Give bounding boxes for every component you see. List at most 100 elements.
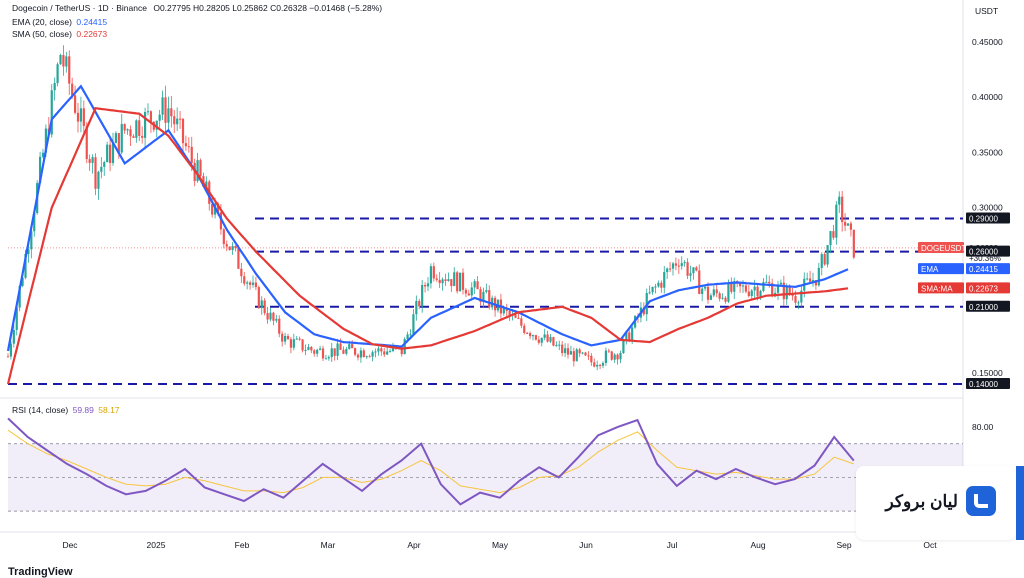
candle-body bbox=[365, 356, 368, 358]
sma-legend[interactable]: SMA (50, close) 0.22673 bbox=[12, 29, 107, 39]
candle-body bbox=[167, 108, 170, 123]
ema-legend-value: 0.24415 bbox=[76, 17, 108, 27]
candle-body bbox=[558, 344, 561, 346]
candle-body bbox=[184, 143, 188, 147]
candle-body bbox=[651, 286, 654, 293]
candle-body bbox=[689, 273, 692, 276]
candle-body bbox=[386, 351, 389, 355]
candle-body bbox=[243, 276, 246, 284]
candle-body bbox=[569, 351, 573, 355]
candle-body bbox=[73, 95, 77, 113]
candle-body bbox=[281, 333, 284, 342]
candle-body bbox=[275, 318, 278, 321]
candle-body bbox=[517, 317, 520, 319]
price-label-text: 0.26000 bbox=[969, 248, 998, 257]
candle-body bbox=[671, 263, 675, 269]
candle-body bbox=[380, 348, 383, 352]
candle-body bbox=[295, 338, 298, 340]
candle-body bbox=[260, 300, 263, 309]
candle-body bbox=[59, 55, 62, 65]
candle-body bbox=[146, 111, 150, 113]
candle-body bbox=[178, 118, 182, 120]
candle-body bbox=[534, 335, 538, 340]
candle-body bbox=[578, 349, 581, 354]
price-label-text: EMA bbox=[921, 265, 939, 274]
candle-body bbox=[485, 290, 488, 292]
candle-body bbox=[170, 108, 173, 117]
price-tick-label: 0.15000 bbox=[972, 368, 1003, 378]
candle-body bbox=[158, 114, 161, 121]
time-tick-label: Jul bbox=[667, 540, 678, 550]
candle-body bbox=[829, 231, 832, 246]
candle-body bbox=[575, 349, 578, 362]
quote-currency: USDT bbox=[975, 6, 999, 16]
candle-body bbox=[254, 282, 258, 288]
time-tick-label: Sep bbox=[836, 540, 851, 550]
candle-body bbox=[759, 290, 762, 297]
candle-body bbox=[289, 339, 293, 348]
candle-body bbox=[321, 348, 325, 359]
brand-edge bbox=[1016, 466, 1024, 540]
candle-body bbox=[808, 278, 812, 282]
rsi-legend[interactable]: RSI (14, close) 59.89 58.17 bbox=[12, 405, 120, 415]
candle-body bbox=[698, 270, 701, 295]
candle-body bbox=[563, 348, 567, 354]
candle-body bbox=[330, 348, 333, 358]
candle-body bbox=[596, 364, 599, 367]
candle-body bbox=[555, 345, 558, 347]
candle-body bbox=[336, 343, 339, 356]
time-tick-label: 2025 bbox=[147, 540, 166, 550]
candle-body bbox=[53, 83, 56, 91]
brand-name: لیان بروکر bbox=[885, 492, 959, 511]
price-label-text: 0.21000 bbox=[969, 303, 998, 312]
candle-body bbox=[447, 279, 450, 281]
candle-body bbox=[94, 157, 97, 189]
candle-body bbox=[301, 339, 304, 351]
candle-body bbox=[68, 56, 71, 84]
candle-body bbox=[88, 159, 91, 163]
time-tick-label: Feb bbox=[235, 540, 250, 550]
candle-body bbox=[409, 334, 412, 336]
candle-body bbox=[418, 300, 421, 307]
candle-body bbox=[832, 231, 835, 238]
candle-body bbox=[467, 293, 470, 296]
candle-body bbox=[421, 285, 424, 307]
symbol-title: Dogecoin / TetherUS · 1D · Binance bbox=[12, 3, 147, 13]
ohlc-values: O0.27795 H0.28205 L0.25862 C0.26328 −0.0… bbox=[153, 3, 383, 13]
candle-body bbox=[257, 287, 260, 309]
candle-body bbox=[846, 223, 850, 226]
candle-body bbox=[318, 348, 322, 350]
candle-body bbox=[520, 318, 523, 326]
candle-body bbox=[444, 279, 447, 281]
candle-body bbox=[817, 267, 820, 286]
ema-legend-label: EMA (20, close) bbox=[12, 17, 72, 27]
candle-body bbox=[526, 332, 529, 334]
time-tick-label: Dec bbox=[62, 540, 78, 550]
ema-legend[interactable]: EMA (20, close) 0.24415 bbox=[12, 17, 107, 27]
candle-body bbox=[561, 344, 564, 354]
candle-body bbox=[601, 363, 605, 366]
candle-body bbox=[677, 265, 680, 267]
candle-body bbox=[476, 281, 479, 290]
candle-body bbox=[587, 355, 590, 357]
candle-body bbox=[272, 312, 275, 321]
price-label-text: SMA:MA bbox=[921, 284, 953, 293]
candle-body bbox=[718, 293, 721, 299]
candle-body bbox=[727, 282, 730, 302]
candle-body bbox=[528, 333, 532, 337]
rsi-tick-label: 80.00 bbox=[972, 422, 994, 432]
candle-body bbox=[348, 344, 351, 349]
candle-body bbox=[97, 171, 100, 189]
candle-body bbox=[546, 334, 549, 342]
candle-body bbox=[566, 348, 570, 355]
candle-body bbox=[572, 351, 575, 362]
candle-body bbox=[523, 325, 526, 333]
rsi-ma-legend-value: 58.17 bbox=[98, 405, 120, 415]
candle-body bbox=[240, 268, 243, 277]
candle-body bbox=[388, 350, 392, 352]
candle-body bbox=[415, 300, 418, 315]
candle-body bbox=[607, 350, 610, 352]
candle-body bbox=[359, 350, 363, 358]
brand-watermark: لیان بروکر bbox=[856, 466, 1016, 540]
candle-body bbox=[797, 302, 800, 304]
